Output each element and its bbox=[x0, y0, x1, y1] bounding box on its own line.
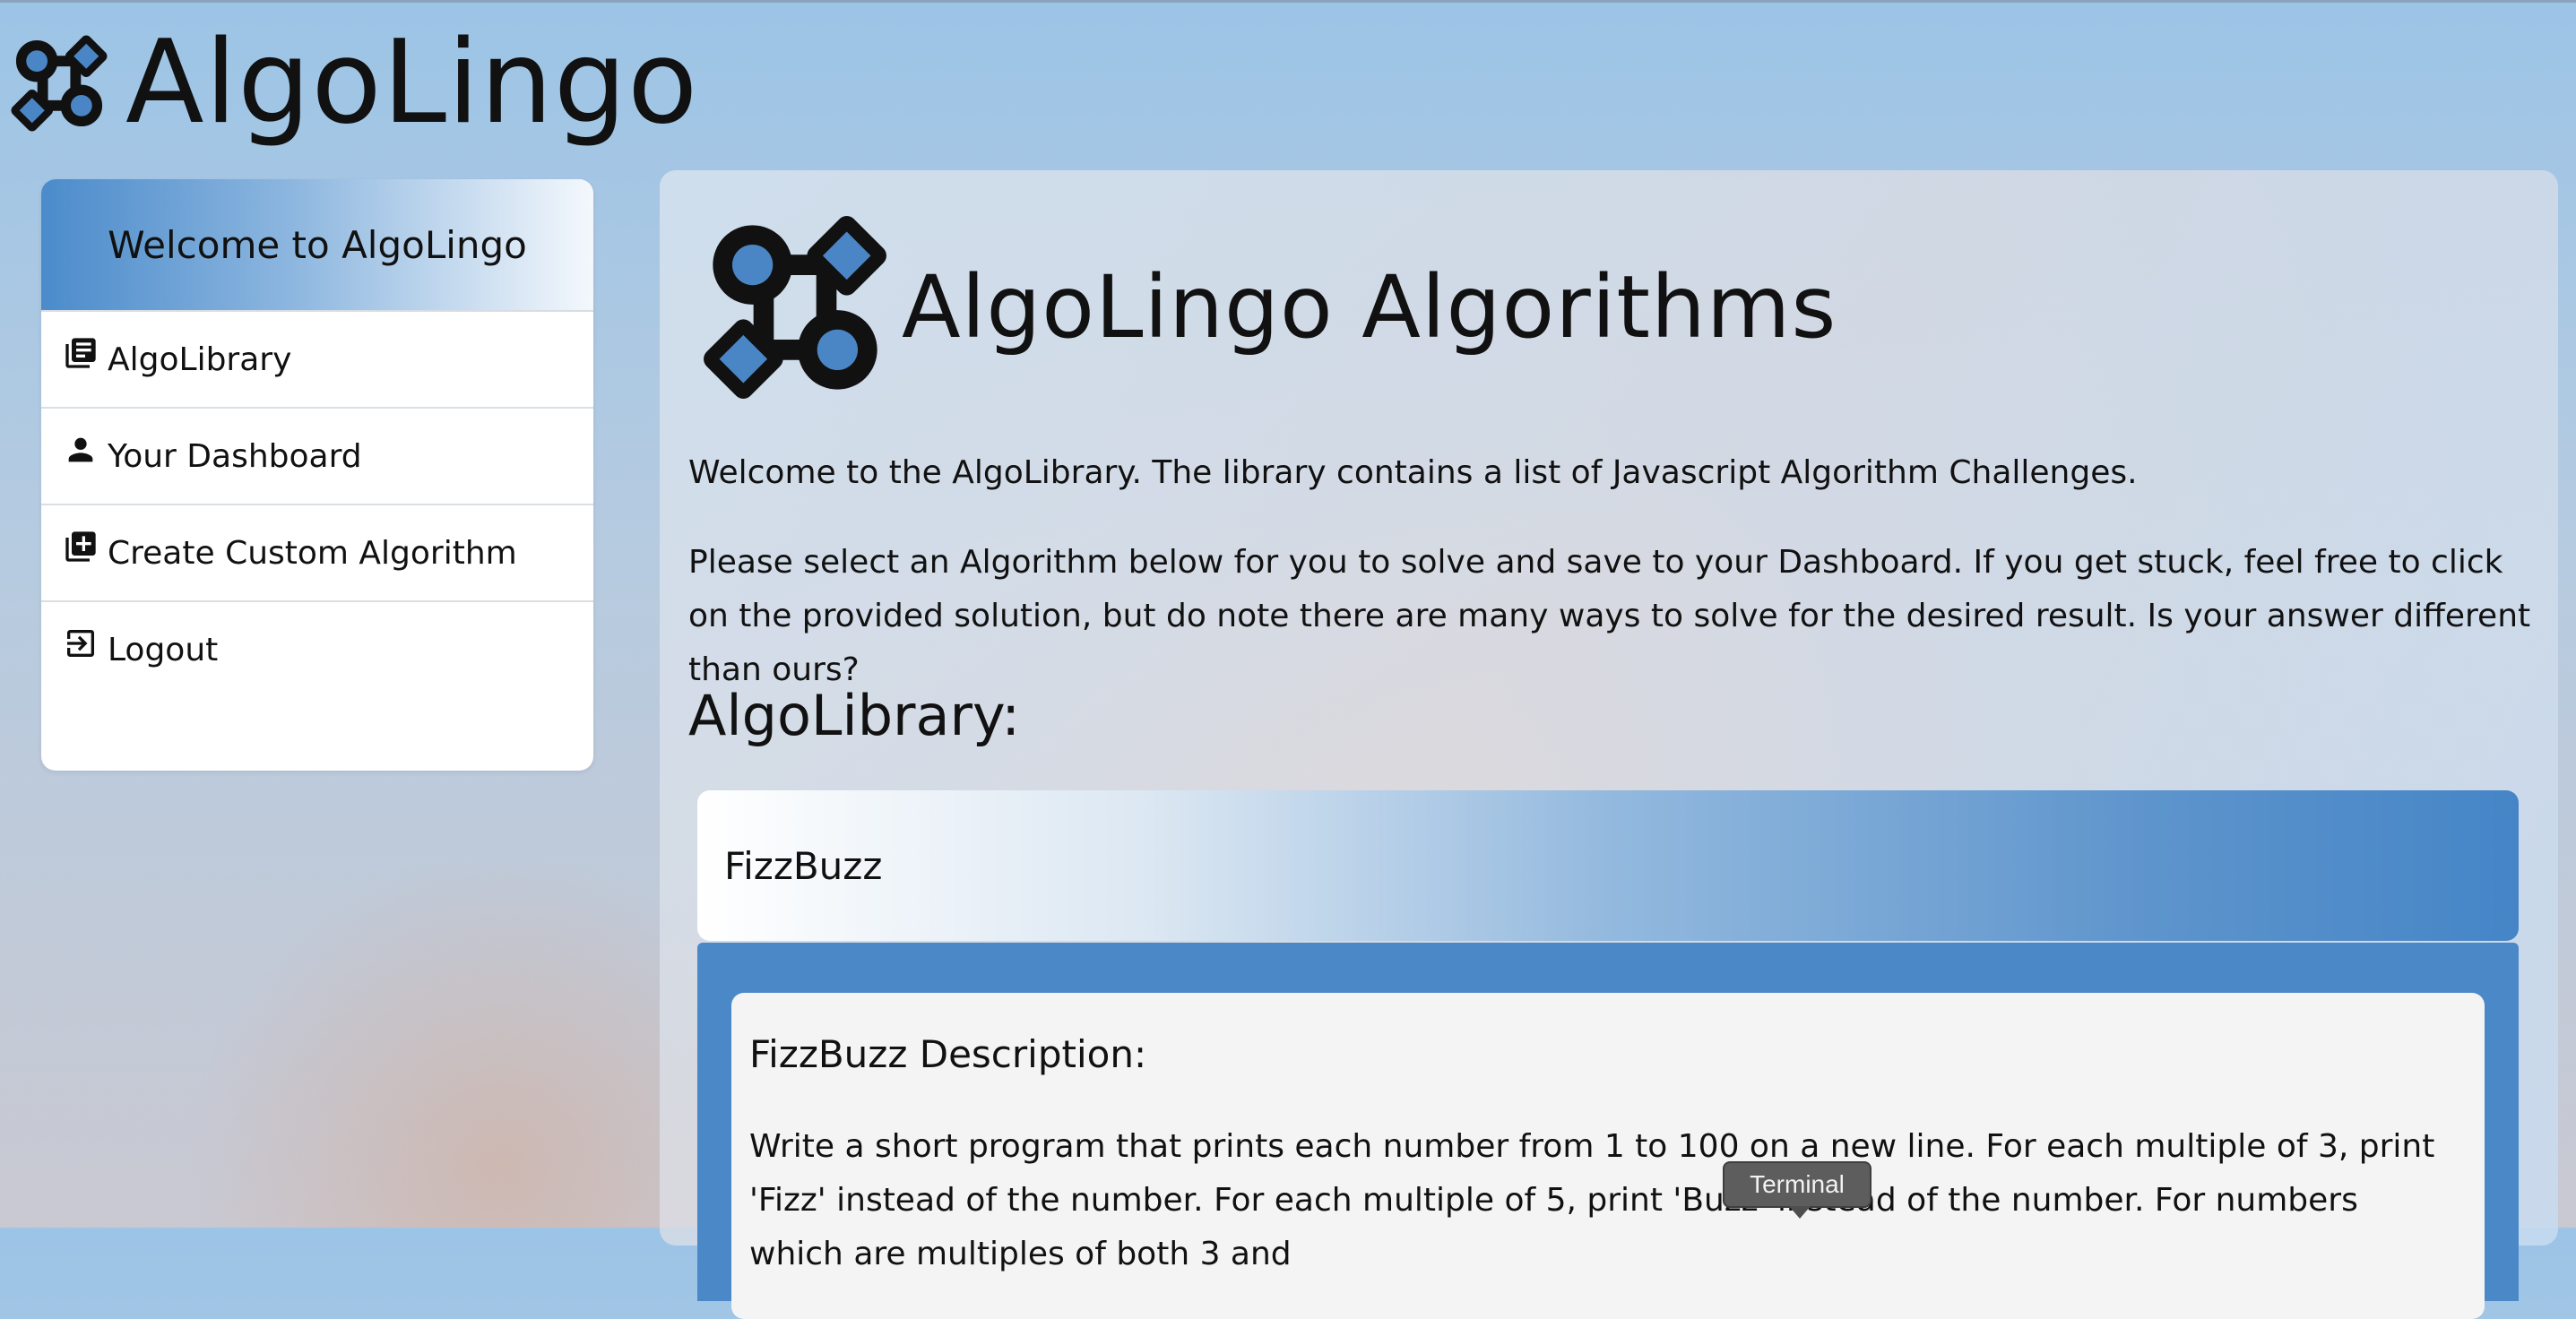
sidebar-item-label: Your Dashboard bbox=[108, 437, 362, 475]
page-hero: AlgoLingo Algorithms bbox=[703, 213, 1837, 401]
person-icon bbox=[61, 430, 100, 470]
library-books-icon bbox=[61, 333, 100, 373]
algorithm-details: FizzBuzz Description: Write a short prog… bbox=[697, 943, 2519, 1319]
section-heading: AlgoLibrary: bbox=[688, 683, 1021, 748]
sidebar-header: Welcome to AlgoLingo bbox=[41, 179, 593, 312]
description-text: Write a short program that prints each n… bbox=[749, 1128, 2435, 1272]
description-title: FizzBuzz Description: bbox=[749, 1032, 1147, 1076]
add-box-icon bbox=[61, 527, 100, 566]
sidebar-item-label: Create Custom Algorithm bbox=[108, 534, 517, 572]
algorithm-name: FizzBuzz bbox=[724, 843, 883, 888]
algorithm-card-fizzbuzz[interactable]: FizzBuzz bbox=[697, 790, 2519, 941]
sidebar-item-create-custom-algorithm[interactable]: Create Custom Algorithm bbox=[41, 505, 593, 602]
sidebar-item-logout[interactable]: Logout bbox=[41, 602, 593, 697]
logout-icon bbox=[61, 624, 100, 663]
sidebar-item-dashboard[interactable]: Your Dashboard bbox=[41, 409, 593, 505]
algolingo-logo-icon bbox=[11, 35, 108, 132]
intro-text: Welcome to the AlgoLibrary. The library … bbox=[688, 454, 2138, 491]
sidebar: Welcome to AlgoLingo AlgoLibrary Your Da… bbox=[41, 179, 593, 771]
brand-header[interactable]: AlgoLingo bbox=[11, 16, 698, 151]
terminal-tooltip: Terminal bbox=[1723, 1161, 1871, 1219]
sidebar-item-label: Logout bbox=[108, 631, 219, 668]
sidebar-item-algolibrary[interactable]: AlgoLibrary bbox=[41, 312, 593, 409]
algolingo-logo-icon bbox=[704, 216, 886, 399]
page-title: AlgoLingo Algorithms bbox=[902, 257, 1837, 358]
main-panel: AlgoLingo Algorithms Welcome to the Algo… bbox=[660, 170, 2558, 1319]
sidebar-item-label: AlgoLibrary bbox=[108, 341, 292, 378]
description-card: FizzBuzz Description: Write a short prog… bbox=[731, 993, 2485, 1319]
instructions-text: Please select an Algorithm below for you… bbox=[688, 544, 2531, 688]
brand-name: AlgoLingo bbox=[125, 16, 699, 150]
